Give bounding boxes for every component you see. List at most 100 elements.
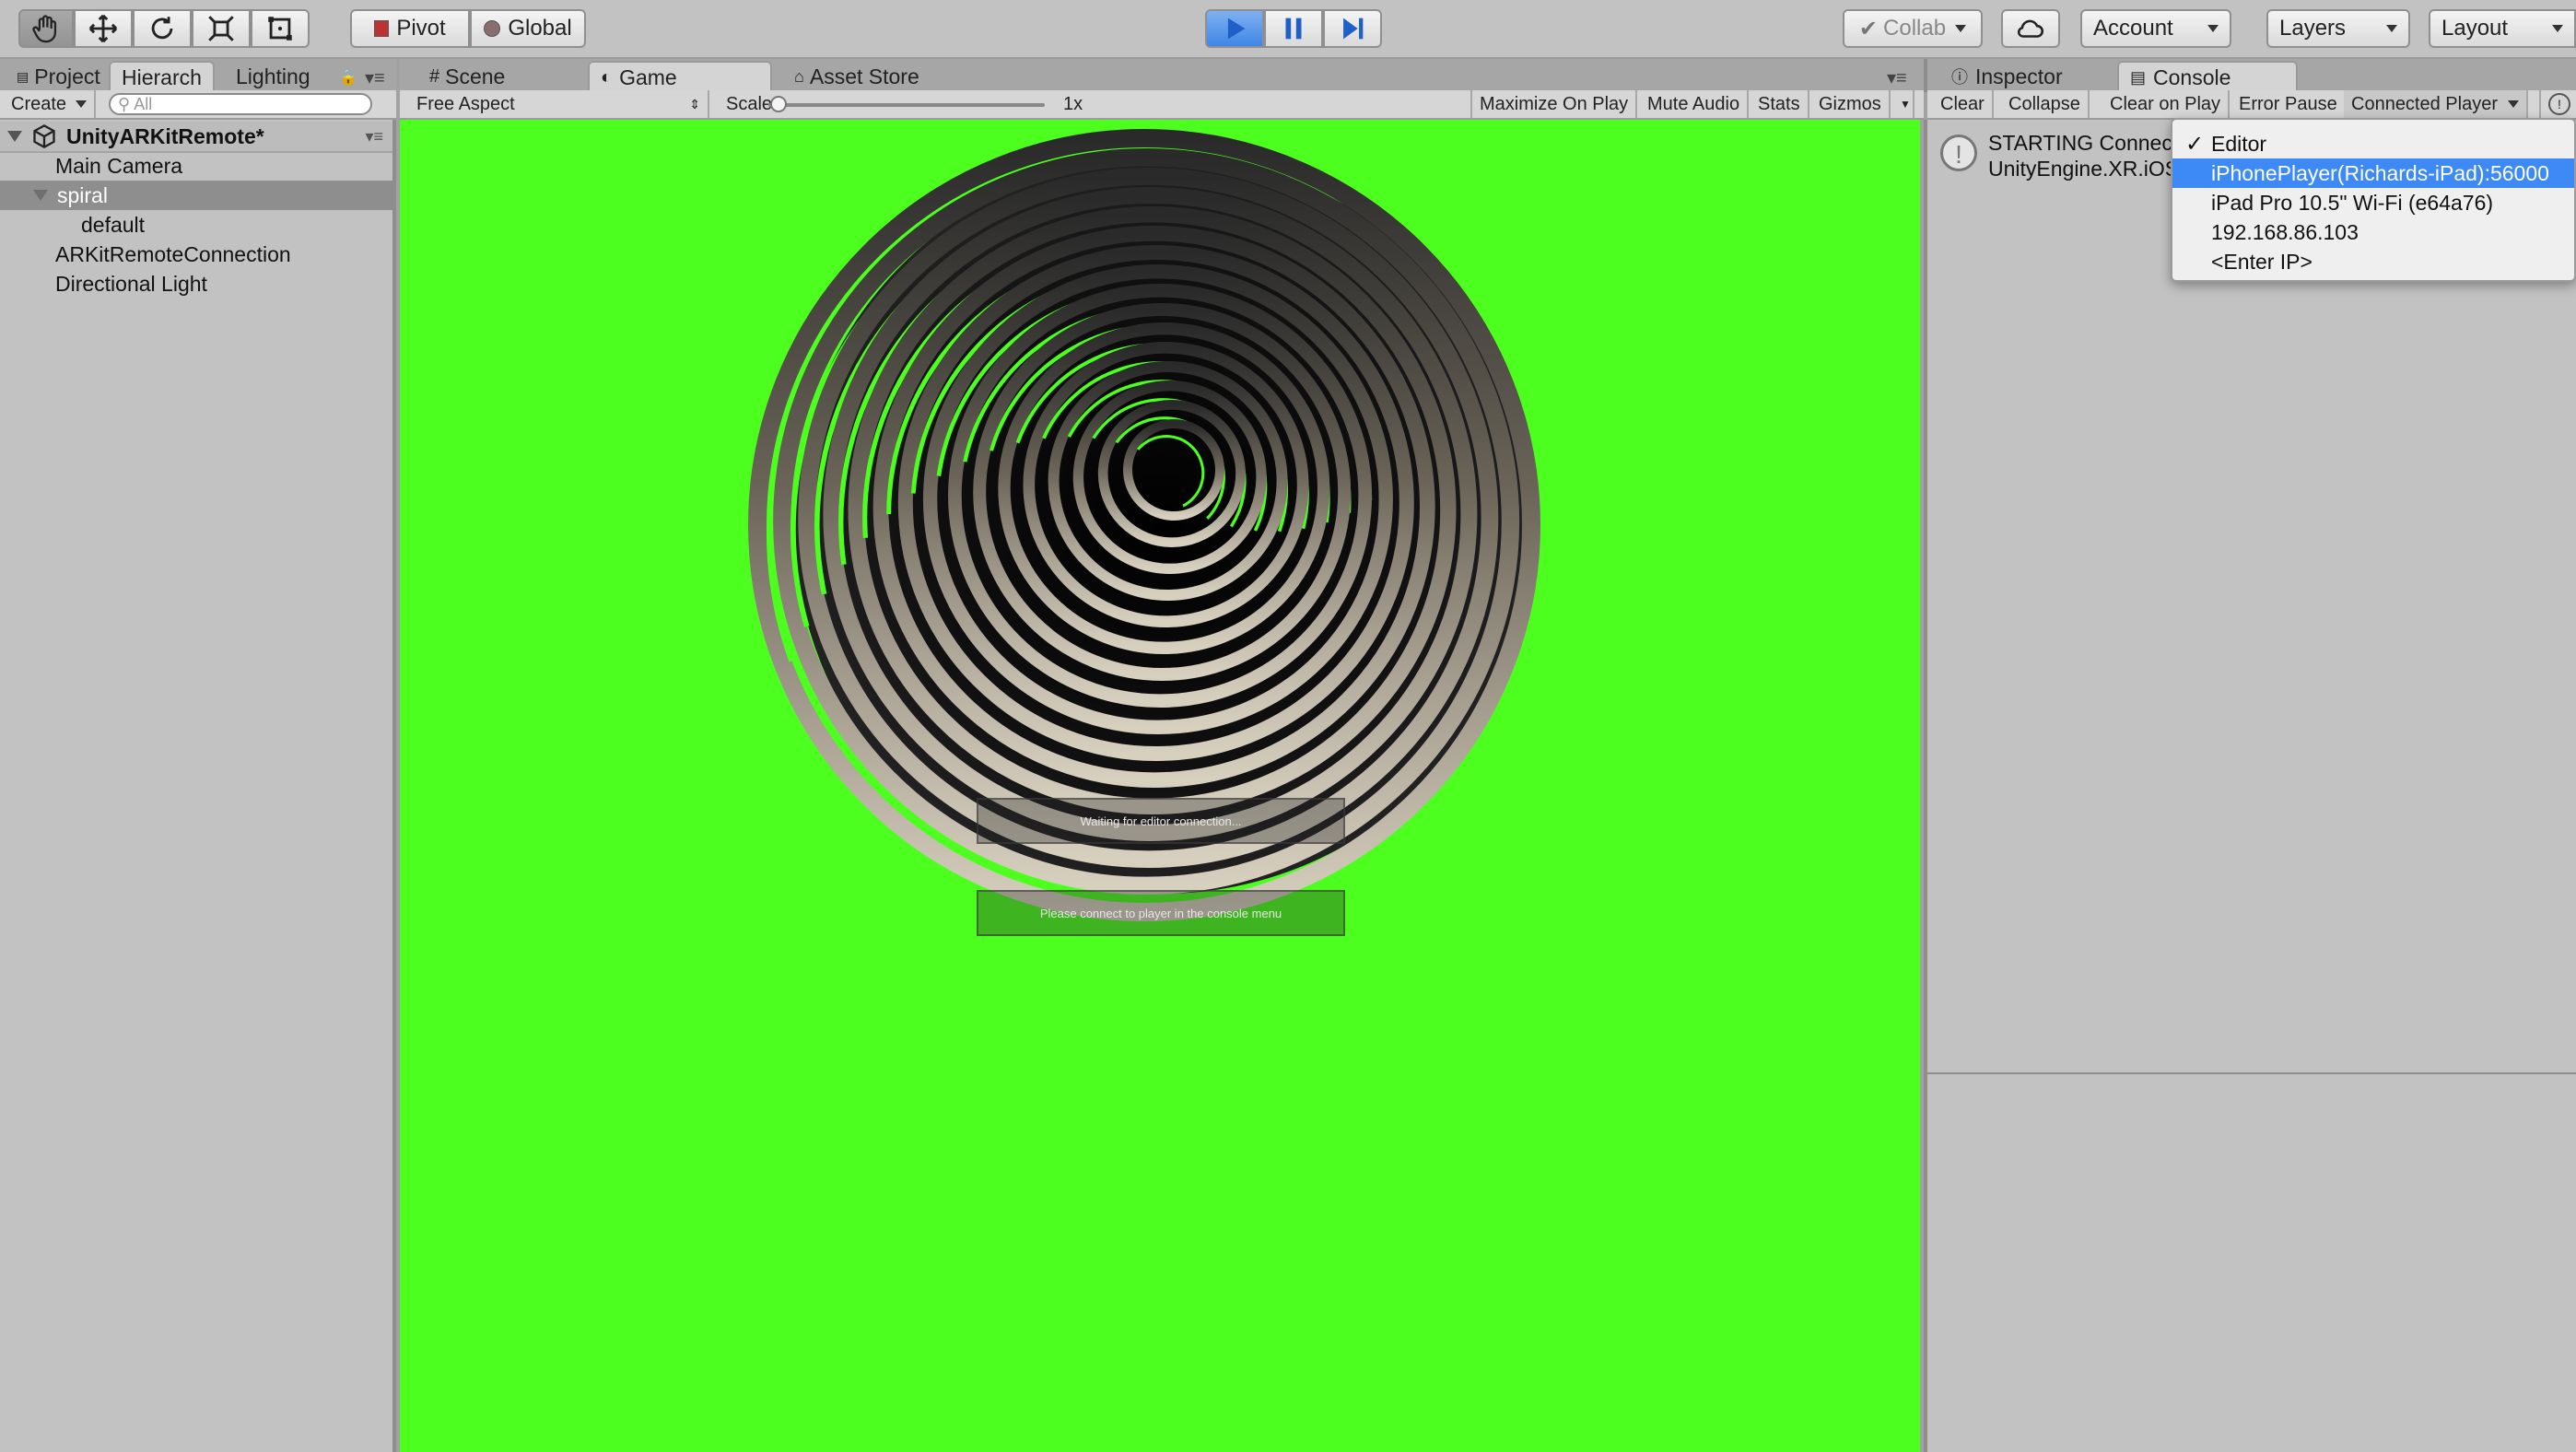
expand-arrow-icon[interactable] xyxy=(33,190,48,201)
warning-icon: ! xyxy=(2548,93,2570,115)
scale-slider-thumb[interactable] xyxy=(770,96,787,112)
scale-value-wrap: 1x xyxy=(1056,90,1090,118)
mute-audio-toggle[interactable]: Mute Audio xyxy=(1640,90,1750,118)
scene-menu-icon[interactable]: ▾≡ xyxy=(365,127,383,146)
move-tool-button[interactable] xyxy=(74,9,133,48)
layers-dropdown[interactable]: Layers xyxy=(2266,9,2410,48)
hand-tool-button[interactable] xyxy=(18,9,74,48)
tab-project[interactable]: ▤ Project xyxy=(6,61,111,92)
cloud-button[interactable] xyxy=(2001,9,2060,48)
stats-toggle[interactable]: Stats xyxy=(1751,90,1809,118)
clear-button[interactable]: Clear xyxy=(1933,90,1994,118)
layout-dropdown[interactable]: Layout xyxy=(2429,9,2576,48)
scale-label: Scale xyxy=(726,93,773,114)
console-splitter[interactable] xyxy=(1927,1072,2576,1074)
log-info-icon: ! xyxy=(1940,135,1977,171)
hierarchy-item-arkit-remote-connection[interactable]: ARKitRemoteConnection xyxy=(0,240,448,269)
menu-item-iphone-player[interactable]: iPhonePlayer(Richards-iPad):56000 xyxy=(2172,158,2574,188)
create-label: Create xyxy=(11,93,67,114)
account-dropdown[interactable]: Account xyxy=(2080,9,2231,48)
gizmos-label: Gizmos xyxy=(1819,93,1881,114)
clear-on-play-toggle[interactable]: Clear on Play xyxy=(2102,90,2231,118)
clear-label: Clear xyxy=(1940,93,1985,114)
scale-icon xyxy=(208,16,234,41)
layers-label: Layers xyxy=(2279,16,2347,41)
step-icon xyxy=(1343,18,1364,40)
scale-tool-button[interactable] xyxy=(192,9,251,48)
left-tabbar: ▤ Project Hierarch Lighting 🔒 ▾≡ xyxy=(0,59,396,92)
maximize-label: Maximize On Play xyxy=(1480,93,1629,114)
tab-asset-store[interactable]: ⌂ Asset Store xyxy=(783,61,931,92)
aspect-dropdown[interactable]: Free Aspect ⇕ xyxy=(409,90,709,118)
hierarchy-item-label: default xyxy=(81,212,146,237)
expand-arrow-icon[interactable] xyxy=(7,131,22,142)
menu-item-editor[interactable]: ✓ Editor xyxy=(2172,129,2574,158)
collab-dropdown[interactable]: ✔ Collab xyxy=(1843,9,1983,48)
hierarchy-search-input[interactable]: ⚲ All xyxy=(109,93,372,115)
menu-item-ip-address[interactable]: 192.168.86.103 xyxy=(2172,217,2574,247)
play-button[interactable] xyxy=(1205,9,1264,48)
aspect-label: Free Aspect xyxy=(416,93,515,114)
console-toolbar: Clear Collapse Clear on Play Error Pause… xyxy=(1927,90,2576,120)
pivot-toggle[interactable]: Pivot xyxy=(350,9,470,48)
connected-player-dropdown[interactable]: Connected Player xyxy=(2344,90,2528,118)
error-pause-toggle[interactable]: Error Pause xyxy=(2231,90,2347,118)
mute-label: Mute Audio xyxy=(1647,93,1740,114)
rect-tool-icon xyxy=(268,17,292,41)
cloud-icon xyxy=(2017,19,2043,38)
rotate-icon xyxy=(151,17,173,40)
tab-console[interactable]: ▤ Console xyxy=(2117,61,2298,92)
waiting-text: Waiting for editor connection... xyxy=(1080,814,1242,828)
hierarchy-item-label: Directional Light xyxy=(55,271,207,296)
scale-slider-track[interactable] xyxy=(768,103,1045,107)
scene-root-row[interactable]: UnityARKitRemote* ▾≡ xyxy=(0,122,392,153)
console-icon: ▤ xyxy=(2130,67,2147,87)
tab-inspector[interactable]: ⓘ Inspector xyxy=(1940,61,2074,92)
rotate-tool-button[interactable] xyxy=(133,9,192,48)
global-toggle[interactable]: Global xyxy=(470,9,586,48)
hierarchy-item-main-camera[interactable]: Main Camera xyxy=(0,151,448,181)
folder-icon: ▤ xyxy=(17,68,29,84)
tab-console-label: Console xyxy=(2153,64,2231,89)
menu-item-label: 192.168.86.103 xyxy=(2211,219,2359,244)
tab-lighting-label: Lighting xyxy=(236,64,310,88)
chevron-down-icon: ▼ xyxy=(1900,98,1911,111)
pause-button[interactable] xyxy=(1264,9,1323,48)
global-label: Global xyxy=(508,16,572,41)
gizmos-dropdown-arrow[interactable]: ▼ xyxy=(1892,90,1914,118)
hierarchy-item-directional-light[interactable]: Directional Light xyxy=(0,269,448,299)
hierarchy-item-label: spiral xyxy=(57,182,108,207)
spiral-rings xyxy=(748,129,1540,921)
warning-filter-toggle[interactable]: ! xyxy=(2539,90,2576,118)
tab-scene[interactable]: # Scene xyxy=(418,61,516,92)
panel-menu-icon[interactable]: ▾≡ xyxy=(365,66,385,89)
game-viewport[interactable]: Waiting for editor connection... Please … xyxy=(400,120,1920,1452)
pivot-label: Pivot xyxy=(396,16,446,41)
log-line-1: STARTING Connect xyxy=(1988,131,2179,155)
tab-lighting[interactable]: Lighting xyxy=(225,61,322,92)
create-dropdown[interactable]: Create xyxy=(4,90,97,118)
maximize-on-play-toggle[interactable]: Maximize On Play xyxy=(1470,90,1638,118)
tab-game[interactable]: ◐ Game xyxy=(588,61,772,92)
move-icon xyxy=(88,14,118,43)
stats-label: Stats xyxy=(1758,93,1800,114)
game-toolbar: Free Aspect ⇕ Scale 1x Maximize On Play … xyxy=(400,90,1924,120)
info-icon: ⓘ xyxy=(1951,68,1968,87)
step-button[interactable] xyxy=(1323,9,1382,48)
tab-game-label: Game xyxy=(619,64,677,89)
clear-on-play-label: Clear on Play xyxy=(2110,93,2221,114)
tab-hierarchy[interactable]: Hierarch xyxy=(109,61,215,92)
connect-text: Please connect to player in the console … xyxy=(1039,906,1282,920)
hierarchy-item-spiral[interactable]: spiral xyxy=(0,181,392,210)
connected-player-label: Connected Player xyxy=(2351,93,2498,114)
menu-item-enter-ip[interactable]: <Enter IP> xyxy=(2172,247,2574,276)
grid-icon: # xyxy=(429,65,440,87)
rect-tool-button[interactable] xyxy=(251,9,310,48)
main-toolbar: Pivot Global ✔ Collab Account Layers Lay… xyxy=(0,0,2576,59)
menu-item-ipad-pro[interactable]: iPad Pro 10.5" Wi-Fi (e64a76) xyxy=(2172,188,2574,217)
hierarchy-item-label: ARKitRemoteConnection xyxy=(55,241,291,266)
collapse-toggle[interactable]: Collapse xyxy=(2001,90,2090,118)
gizmos-toggle[interactable]: Gizmos xyxy=(1811,90,1891,118)
panel-menu-icon[interactable]: ▾≡ xyxy=(1887,66,1907,89)
lock-icon[interactable]: 🔒 xyxy=(339,68,357,86)
